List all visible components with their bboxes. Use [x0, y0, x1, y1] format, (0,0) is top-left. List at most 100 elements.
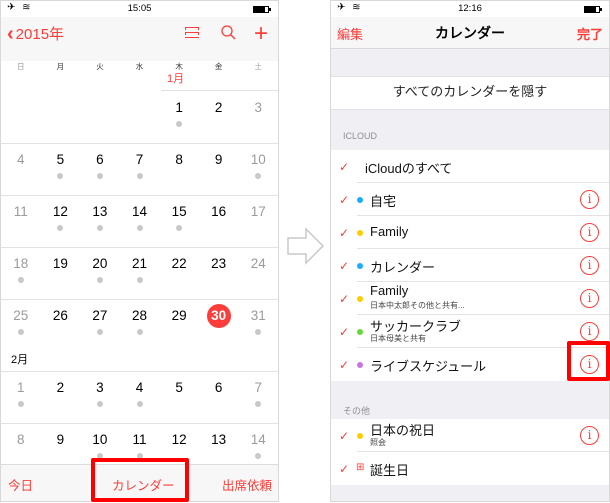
day-cell[interactable]: 8	[159, 143, 199, 195]
arrow-right-icon	[287, 227, 325, 265]
calendar-list-item[interactable]: ✓ 日本の祝日 照会 i	[331, 419, 609, 452]
day-cell[interactable]: 5	[41, 143, 81, 195]
day-cell[interactable]: 27	[80, 299, 120, 351]
info-icon[interactable]: i	[580, 426, 599, 445]
calendar-color-dot	[357, 263, 363, 269]
day-cell[interactable]: 2	[41, 371, 81, 423]
event-dot	[136, 401, 143, 407]
day-cell[interactable]: 31	[238, 299, 278, 351]
day-number: 4	[17, 152, 25, 167]
day-cell[interactable]: 9	[199, 143, 239, 195]
day-cell[interactable]: 23	[199, 247, 239, 299]
highlight-box	[91, 458, 189, 502]
day-number: 27	[92, 308, 108, 323]
day-cell[interactable]: 22	[159, 247, 199, 299]
calendar-list-item[interactable]: ✓ ⊞ 誕生日	[331, 452, 609, 485]
day-cell[interactable]: 3	[238, 91, 278, 143]
week-row: 1 2 3 4 5 6 7	[1, 371, 278, 423]
calendar-list-item[interactable]: ✓ iCloudのすべて	[331, 150, 609, 183]
search-icon[interactable]	[221, 25, 236, 40]
calendar-list-item[interactable]: ✓ カレンダー i	[331, 249, 609, 282]
day-cell[interactable]: 6	[199, 371, 239, 423]
calendar-list-item[interactable]: ✓ Family 日本中太郎その他と共有... i	[331, 282, 609, 315]
day-cell	[1, 91, 41, 143]
day-cell[interactable]: 20	[80, 247, 120, 299]
day-number: 22	[171, 256, 187, 271]
day-cell[interactable]: 12	[41, 195, 81, 247]
event-dot	[96, 401, 103, 407]
calendar-name: iCloudのすべて	[365, 161, 453, 176]
info-icon[interactable]: i	[580, 223, 599, 242]
day-number: 12	[171, 432, 187, 447]
weekday-label: 日	[17, 62, 25, 71]
day-cell[interactable]: 5	[159, 371, 199, 423]
checkmark-icon: ✓	[339, 429, 350, 443]
checkmark-icon: ✓	[339, 193, 350, 207]
day-cell[interactable]: 28	[120, 299, 160, 351]
calendar-list-item[interactable]: ✓ 自宅 i	[331, 183, 609, 216]
day-cell[interactable]: 25	[1, 299, 41, 351]
day-cell	[120, 91, 160, 143]
day-number: 28	[132, 308, 148, 323]
calendar-name: 自宅	[370, 194, 397, 209]
section-header: ICLOUD	[343, 131, 378, 141]
back-button[interactable]: ‹ 2015年	[7, 23, 64, 44]
day-cell	[80, 91, 120, 143]
list-view-icon[interactable]	[185, 27, 199, 40]
day-cell[interactable]: 26	[41, 299, 81, 351]
checkmark-icon: ✓	[339, 292, 350, 306]
day-number: 29	[171, 308, 187, 323]
info-icon[interactable]: i	[580, 190, 599, 209]
day-cell[interactable]: 10	[238, 143, 278, 195]
day-cell[interactable]: 13	[80, 195, 120, 247]
day-cell[interactable]: 6	[80, 143, 120, 195]
info-icon[interactable]: i	[580, 256, 599, 275]
add-event-icon[interactable]: +	[254, 22, 268, 46]
day-cell[interactable]: 29	[159, 299, 199, 351]
day-cell[interactable]: 17	[238, 195, 278, 247]
day-number: 17	[250, 204, 266, 219]
done-button[interactable]: 完了	[577, 24, 603, 43]
calendar-list-item[interactable]: ✓ Family i	[331, 216, 609, 249]
day-number: 11	[132, 432, 147, 447]
day-number: 5	[56, 152, 65, 167]
day-cell[interactable]: 7	[120, 143, 160, 195]
info-icon[interactable]: i	[580, 322, 599, 341]
battery-icon	[584, 6, 602, 13]
day-cell[interactable]: 11	[1, 195, 41, 247]
day-cell[interactable]: 15	[159, 195, 199, 247]
day-cell[interactable]: 18	[1, 247, 41, 299]
day-cell[interactable]: 1	[159, 91, 199, 143]
event-dot	[255, 329, 262, 335]
day-cell[interactable]: 3	[80, 371, 120, 423]
day-number: 12	[52, 204, 68, 219]
day-cell[interactable]: 1	[1, 371, 41, 423]
calendar-color-dot	[357, 329, 363, 335]
day-number: 15	[171, 204, 187, 219]
calendar-name: カレンダー	[370, 260, 436, 275]
info-icon[interactable]: i	[580, 289, 599, 308]
event-dot	[17, 401, 24, 407]
section-header: その他	[343, 406, 371, 416]
day-cell[interactable]: 4	[120, 371, 160, 423]
hide-all-calendars-button[interactable]: すべてのカレンダーを隠す	[331, 76, 609, 110]
day-cell-today[interactable]: 30	[199, 299, 239, 351]
week-divider	[1, 299, 278, 300]
invitations-button[interactable]: 出席依頼	[222, 475, 272, 494]
month-label-january: 1月	[167, 73, 185, 85]
day-cell[interactable]: 7	[238, 371, 278, 423]
week-divider	[1, 371, 278, 372]
day-number: 11	[13, 204, 28, 219]
today-button[interactable]: 今日	[8, 475, 33, 494]
day-cell[interactable]: 4	[1, 143, 41, 195]
day-cell[interactable]: 2	[199, 91, 239, 143]
day-cell[interactable]: 24	[238, 247, 278, 299]
day-number: 9	[214, 152, 223, 167]
day-cell[interactable]: 16	[199, 195, 239, 247]
calendar-name: ライブスケジュール	[370, 359, 487, 374]
day-cell[interactable]: 21	[120, 247, 160, 299]
day-cell[interactable]: 19	[41, 247, 81, 299]
day-cell[interactable]: 14	[120, 195, 160, 247]
nav-bar: ‹ 2015年 + 日 月 火 水 木 金 土	[1, 17, 278, 71]
day-number: 30	[206, 304, 231, 328]
